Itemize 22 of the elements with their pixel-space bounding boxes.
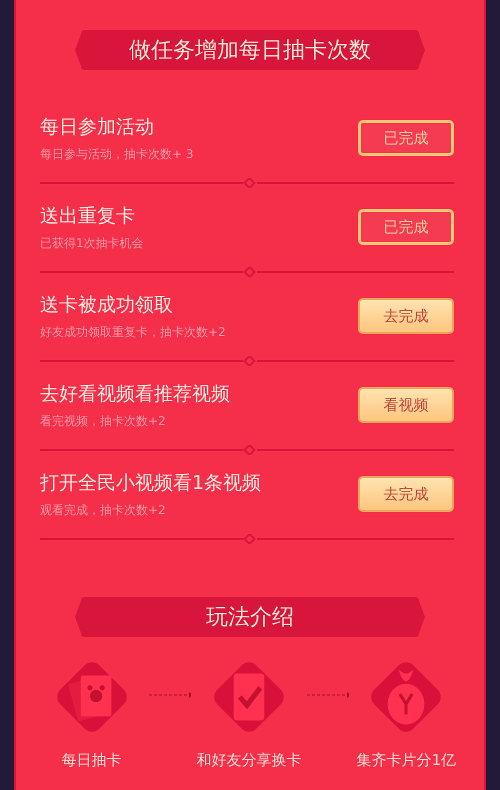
step-label: 集齐卡片分1亿 (356, 751, 456, 770)
section-title: 做任务增加每日抽卡次数 (129, 37, 371, 65)
task-button[interactable]: 已完成 (358, 120, 454, 156)
task-title: 去好看视频看推荐视频 (40, 382, 230, 406)
task-title: 打开全民小视频看1条视频 (40, 470, 262, 496)
task-description: 好友成功领取重复卡，抽卡次数+2 (40, 324, 226, 340)
step-label: 和好友分享换卡 (196, 751, 302, 770)
task-title: 送卡被成功领取 (40, 292, 174, 318)
step-label: 每日抽卡 (62, 751, 122, 770)
section-title: 玩法介绍 (206, 604, 294, 632)
arrow-icon (306, 691, 349, 699)
task-title: 送出重复卡 (40, 204, 136, 228)
task-button[interactable]: 去完成 (358, 476, 454, 512)
task-description: 观看完成，抽卡次数+2 (40, 502, 167, 518)
task-button[interactable]: 去完成 (358, 298, 454, 334)
arrow-icon (149, 691, 192, 699)
task-button[interactable]: 已完成 (358, 209, 454, 245)
task-title: 每日参加活动 (40, 114, 155, 140)
task-description: 看完视频，抽卡次数+2 (40, 412, 167, 430)
task-button[interactable]: 看视频 (358, 387, 454, 423)
task-description: 每日参与活动，抽卡次数+ 3 (40, 146, 194, 162)
task-description: 已获得1次抽卡机会 (40, 234, 144, 252)
